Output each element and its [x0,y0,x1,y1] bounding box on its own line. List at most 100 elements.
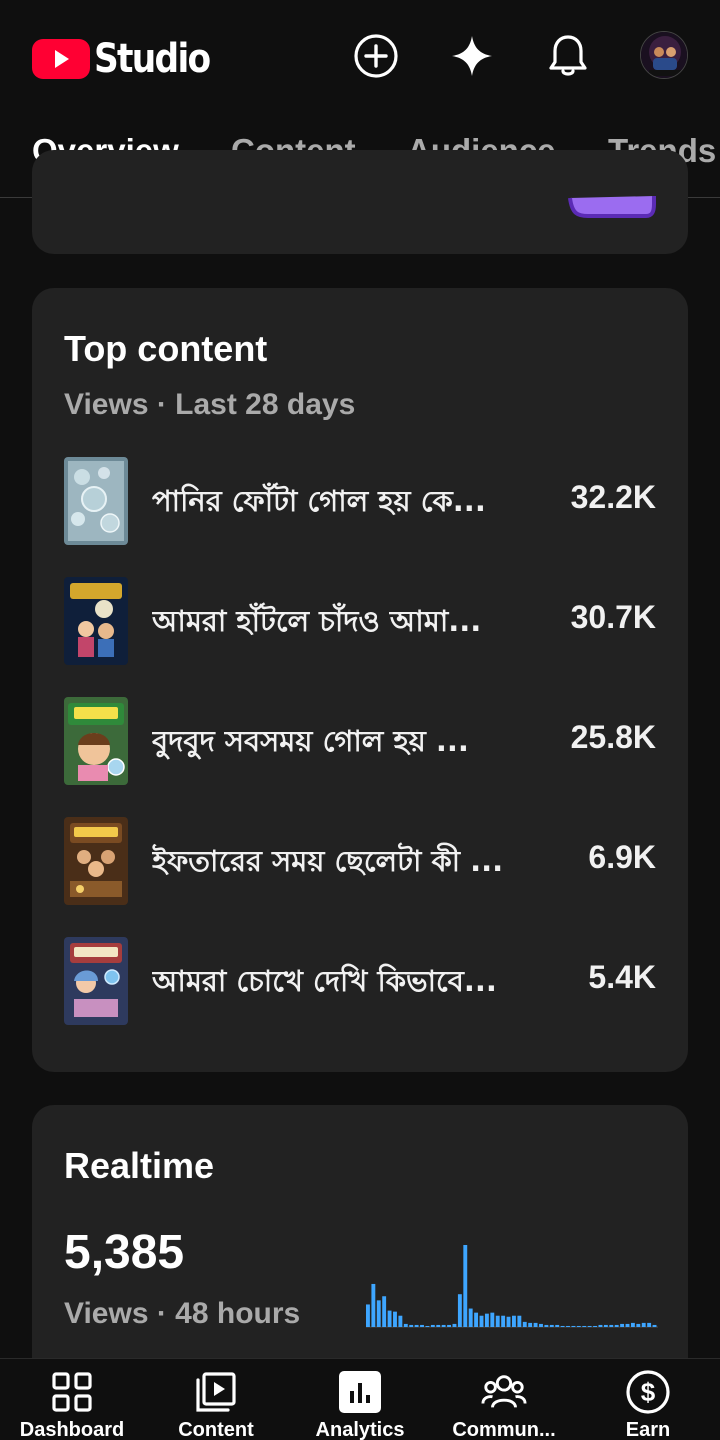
chart-bar [452,1323,457,1327]
chart-bar [387,1310,392,1327]
list-item[interactable]: বুদবুদ সবসময় গোল হয় ... 25.8K [64,697,656,785]
app-name: Studio [94,36,211,82]
nav-earn[interactable]: $ Earn [576,1359,720,1440]
video-title: আমরা চোখে দেখি কিভাবে... [152,964,497,998]
content-icon [193,1369,239,1415]
app-header: Studio [0,0,720,112]
card-title: Top content [64,328,268,369]
chart-bar [366,1304,370,1327]
chart-bar [376,1300,381,1327]
community-icon [481,1369,527,1415]
chart-bar [630,1322,635,1327]
chart-bar [566,1325,570,1327]
chart-bar [544,1324,549,1327]
chart-bar [571,1325,576,1327]
chart-bar [463,1245,468,1327]
chart-bar [517,1315,522,1327]
chart-bar [625,1323,630,1327]
card-title: Realtime [64,1145,215,1186]
chart-bar [414,1324,419,1327]
video-thumbnail [64,697,128,785]
chart-bar [506,1316,511,1327]
illustration-icon [568,196,656,218]
realtime-views-count: 5,385 [64,1226,185,1279]
video-views: 32.2K [570,479,656,515]
list-item[interactable]: আমরা চোখে দেখি কিভাবে... 5.4K [64,937,656,1025]
video-thumbnail [64,577,128,665]
chart-bar [582,1325,587,1327]
chart-bar [549,1324,554,1327]
nav-analytics[interactable]: Analytics [288,1359,432,1440]
earn-icon: $ [625,1369,671,1415]
video-views: 25.8K [570,719,656,755]
chart-bar [522,1321,527,1328]
nav-label: Analytics [315,1419,405,1440]
chart-bar [474,1312,479,1327]
chart-bar [528,1322,533,1327]
chart-bar [587,1325,592,1327]
video-views: 6.9K [588,839,656,875]
chart-bar [647,1322,652,1327]
sparkle-icon[interactable] [448,32,496,80]
chart-bar [501,1315,506,1327]
svg-text:$: $ [641,1377,656,1407]
chart-bar [484,1313,489,1327]
chart-bar [609,1324,614,1327]
previous-card [32,150,688,254]
notifications-icon[interactable] [544,32,592,80]
chart-bar [539,1323,543,1327]
analytics-icon [337,1369,383,1415]
chart-bar [403,1323,408,1327]
nav-label: Content [178,1419,254,1440]
chart-bar [495,1315,500,1327]
chart-bar [652,1324,657,1327]
list-item[interactable]: পানির ফোঁটা গোল হয় কে... 32.2K [64,457,656,545]
video-title: ইফতারের সময় ছেলেটা কী ... [152,844,504,878]
chart-bar [382,1296,387,1327]
chart-bar [425,1325,430,1327]
chart-bar [409,1324,414,1327]
youtube-logo-icon [32,39,90,79]
video-views: 30.7K [570,599,656,635]
realtime-bar-chart [366,1245,658,1328]
video-thumbnail [64,457,128,545]
chart-bar [490,1312,495,1327]
chart-bar [614,1324,619,1327]
chart-bar [593,1325,597,1327]
chart-bar [636,1323,641,1327]
list-item[interactable]: আমরা হাঁটলে চাঁদও আমা... 30.7K [64,577,656,665]
video-thumbnail [64,937,128,1025]
chart-bar [430,1324,435,1327]
chart-bar [420,1324,424,1327]
chart-bar [371,1283,376,1327]
chart-bar [436,1324,441,1327]
nav-dashboard[interactable]: Dashboard [0,1359,144,1440]
studio-logo[interactable]: Studio [32,36,228,82]
nav-community[interactable]: Commun... [432,1359,576,1440]
chart-bar [468,1308,473,1327]
chart-bar [641,1322,646,1327]
chart-bar [533,1322,538,1327]
top-content-card: Top content Views · Last 28 days পানির ফ… [32,288,688,1072]
video-title: আমরা হাঁটলে চাঁদও আমা... [152,604,482,638]
nav-content[interactable]: Content [144,1359,288,1440]
video-thumbnail [64,817,128,905]
card-subtitle: Views · Last 28 days [64,388,356,421]
chart-bar [393,1311,397,1328]
chart-bar [441,1324,446,1327]
chart-bar [620,1323,625,1327]
chart-bar [457,1294,462,1327]
dashboard-icon [49,1369,95,1415]
create-icon[interactable] [352,32,400,80]
list-item[interactable]: ইফতারের সময় ছেলেটা কী ... 6.9K [64,817,656,905]
video-title: পানির ফোঁটা গোল হয় কে... [152,484,486,518]
chart-bar [447,1324,451,1327]
chart-bar [555,1324,560,1327]
realtime-subtitle: Views · 48 hours [64,1297,301,1330]
nav-label: Commun... [452,1419,556,1440]
chart-bar [398,1315,403,1327]
chart-bar [512,1315,516,1327]
video-views: 5.4K [588,959,656,995]
avatar[interactable] [640,31,688,79]
bottom-navigation: Dashboard Content Analytics Commun... $ … [0,1358,720,1440]
